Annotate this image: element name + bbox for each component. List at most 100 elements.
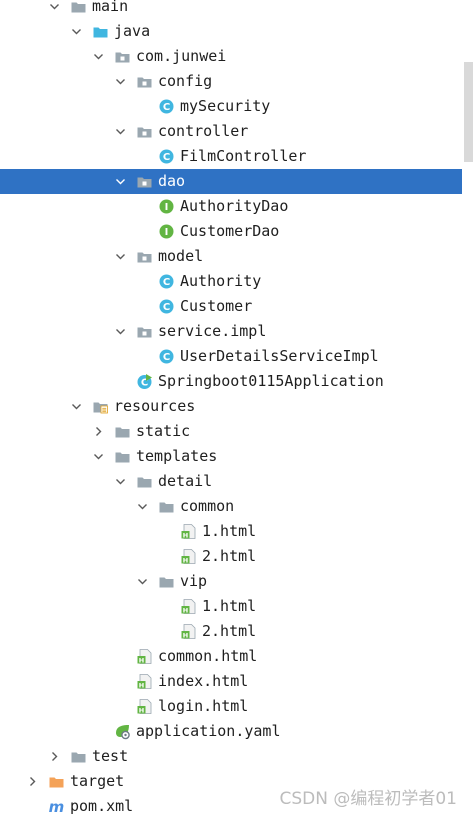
tree-node[interactable]: application.yaml — [0, 719, 462, 744]
class-icon: C — [157, 94, 175, 119]
tree-node-label: 1.html — [202, 522, 257, 540]
tree-node[interactable]: H 1.html — [0, 519, 462, 544]
chevron-down-icon[interactable] — [91, 444, 105, 469]
package-icon — [113, 44, 131, 69]
watermark-text: CSDN @编程初学者01 — [279, 789, 457, 809]
tree-node-label: service.impl — [158, 322, 267, 340]
interface-icon: I — [157, 219, 175, 244]
tree-node[interactable]: Hindex.html — [0, 669, 462, 694]
tree-node-label: vip — [180, 572, 208, 590]
tree-node[interactable]: templates — [0, 444, 462, 469]
tree-node[interactable]: H 1.html — [0, 594, 462, 619]
tree-node[interactable]: static — [0, 419, 462, 444]
chevron-down-icon[interactable] — [69, 394, 83, 419]
tree-node-label: test — [92, 747, 129, 765]
interface-icon: I — [157, 194, 175, 219]
svg-text:H: H — [138, 706, 143, 714]
tree-node-label: target — [70, 772, 125, 790]
html-file-icon: H — [179, 519, 197, 544]
tree-node[interactable]: C Springboot0115Application — [0, 369, 462, 394]
tree-node[interactable]: common — [0, 494, 462, 519]
chevron-down-icon[interactable] — [113, 169, 127, 194]
chevron-right-icon[interactable] — [91, 419, 105, 444]
tree-node[interactable]: dao — [0, 169, 462, 194]
tree-node[interactable]: Hcommon.html — [0, 644, 462, 669]
html-file-icon: H — [135, 694, 153, 719]
chevron-down-icon[interactable] — [113, 319, 127, 344]
svg-text:H: H — [182, 556, 187, 564]
package-icon — [135, 119, 153, 144]
tree-node[interactable]: Hlogin.html — [0, 694, 462, 719]
tree-node-label: com.junwei — [136, 47, 227, 65]
tree-node-label: java — [114, 22, 151, 40]
tree-node-label: UserDetailsServiceImpl — [180, 347, 379, 365]
chevron-down-icon[interactable] — [113, 469, 127, 494]
tree-node-label: Customer — [180, 297, 253, 315]
chevron-down-icon[interactable] — [47, 0, 61, 19]
tree-node[interactable]: C FilmController — [0, 144, 462, 169]
chevron-down-icon[interactable] — [91, 44, 105, 69]
chevron-right-icon[interactable] — [47, 744, 61, 769]
tree-node[interactable]: model — [0, 244, 462, 269]
folder-icon — [113, 419, 131, 444]
class-icon: C — [157, 344, 175, 369]
tree-node[interactable]: vip — [0, 569, 462, 594]
tree-node[interactable]: detail — [0, 469, 462, 494]
tree-node[interactable]: service.impl — [0, 319, 462, 344]
folder-icon — [157, 494, 175, 519]
tree-node[interactable]: I CustomerDao — [0, 219, 462, 244]
tree-node-label: dao — [158, 172, 186, 190]
tree-node-label: AuthorityDao — [180, 197, 289, 215]
tree-node[interactable]: test — [0, 744, 462, 769]
tree-node[interactable]: H 2.html — [0, 544, 462, 569]
svg-text:H: H — [182, 531, 187, 539]
tree-node[interactable]: I AuthorityDao — [0, 194, 462, 219]
chevron-down-icon[interactable] — [113, 244, 127, 269]
tree-node-label: common — [180, 497, 235, 515]
tree-node[interactable]: com.junwei — [0, 44, 462, 69]
tree-node-label: FilmController — [180, 147, 307, 165]
class-icon: C — [157, 294, 175, 319]
tree-node[interactable]: H 2.html — [0, 619, 462, 644]
class-icon: C — [157, 269, 175, 294]
tree-node-label: application.yaml — [136, 722, 281, 740]
html-file-icon: H — [179, 619, 197, 644]
tree-node[interactable]: C UserDetailsServiceImpl — [0, 344, 462, 369]
project-tree: main java com.junwei config CmySecurity contr… — [0, 0, 473, 819]
chevron-down-icon[interactable] — [113, 119, 127, 144]
svg-text:H: H — [182, 631, 187, 639]
tree-node[interactable]: resources — [0, 394, 462, 419]
tree-node[interactable]: java — [0, 19, 462, 44]
tree-node-label: resources — [114, 397, 196, 415]
folder-icon — [135, 469, 153, 494]
html-file-icon: H — [135, 644, 153, 669]
tree-node-label: 2.html — [202, 622, 257, 640]
chevron-right-icon[interactable] — [25, 769, 39, 794]
svg-text:C: C — [162, 102, 169, 113]
chevron-down-icon[interactable] — [113, 69, 127, 94]
spring-config-file-icon — [113, 719, 131, 744]
tree-node-label: Authority — [180, 272, 262, 290]
svg-text:H: H — [138, 656, 143, 664]
tree-node-label: main — [92, 0, 129, 15]
resources-folder-icon — [91, 394, 109, 419]
html-file-icon: H — [179, 544, 197, 569]
tree-node[interactable]: C Authority — [0, 269, 462, 294]
tree-node[interactable]: controller — [0, 119, 462, 144]
vertical-scrollbar[interactable] — [464, 62, 473, 162]
folder-icon — [69, 744, 87, 769]
package-icon — [135, 319, 153, 344]
tree-node-label: static — [136, 422, 191, 440]
tree-node-label: login.html — [158, 697, 249, 715]
chevron-down-icon[interactable] — [69, 19, 83, 44]
tree-node[interactable]: CmySecurity — [0, 94, 462, 119]
tree-node[interactable]: config — [0, 69, 462, 94]
tree-node-label: CustomerDao — [180, 222, 280, 240]
tree-node[interactable]: C Customer — [0, 294, 462, 319]
package-icon — [135, 169, 153, 194]
tree-node[interactable]: main — [0, 0, 462, 19]
svg-text:C: C — [162, 277, 169, 288]
chevron-down-icon[interactable] — [135, 494, 149, 519]
chevron-down-icon[interactable] — [135, 569, 149, 594]
tree-node-label: pom.xml — [70, 797, 134, 815]
